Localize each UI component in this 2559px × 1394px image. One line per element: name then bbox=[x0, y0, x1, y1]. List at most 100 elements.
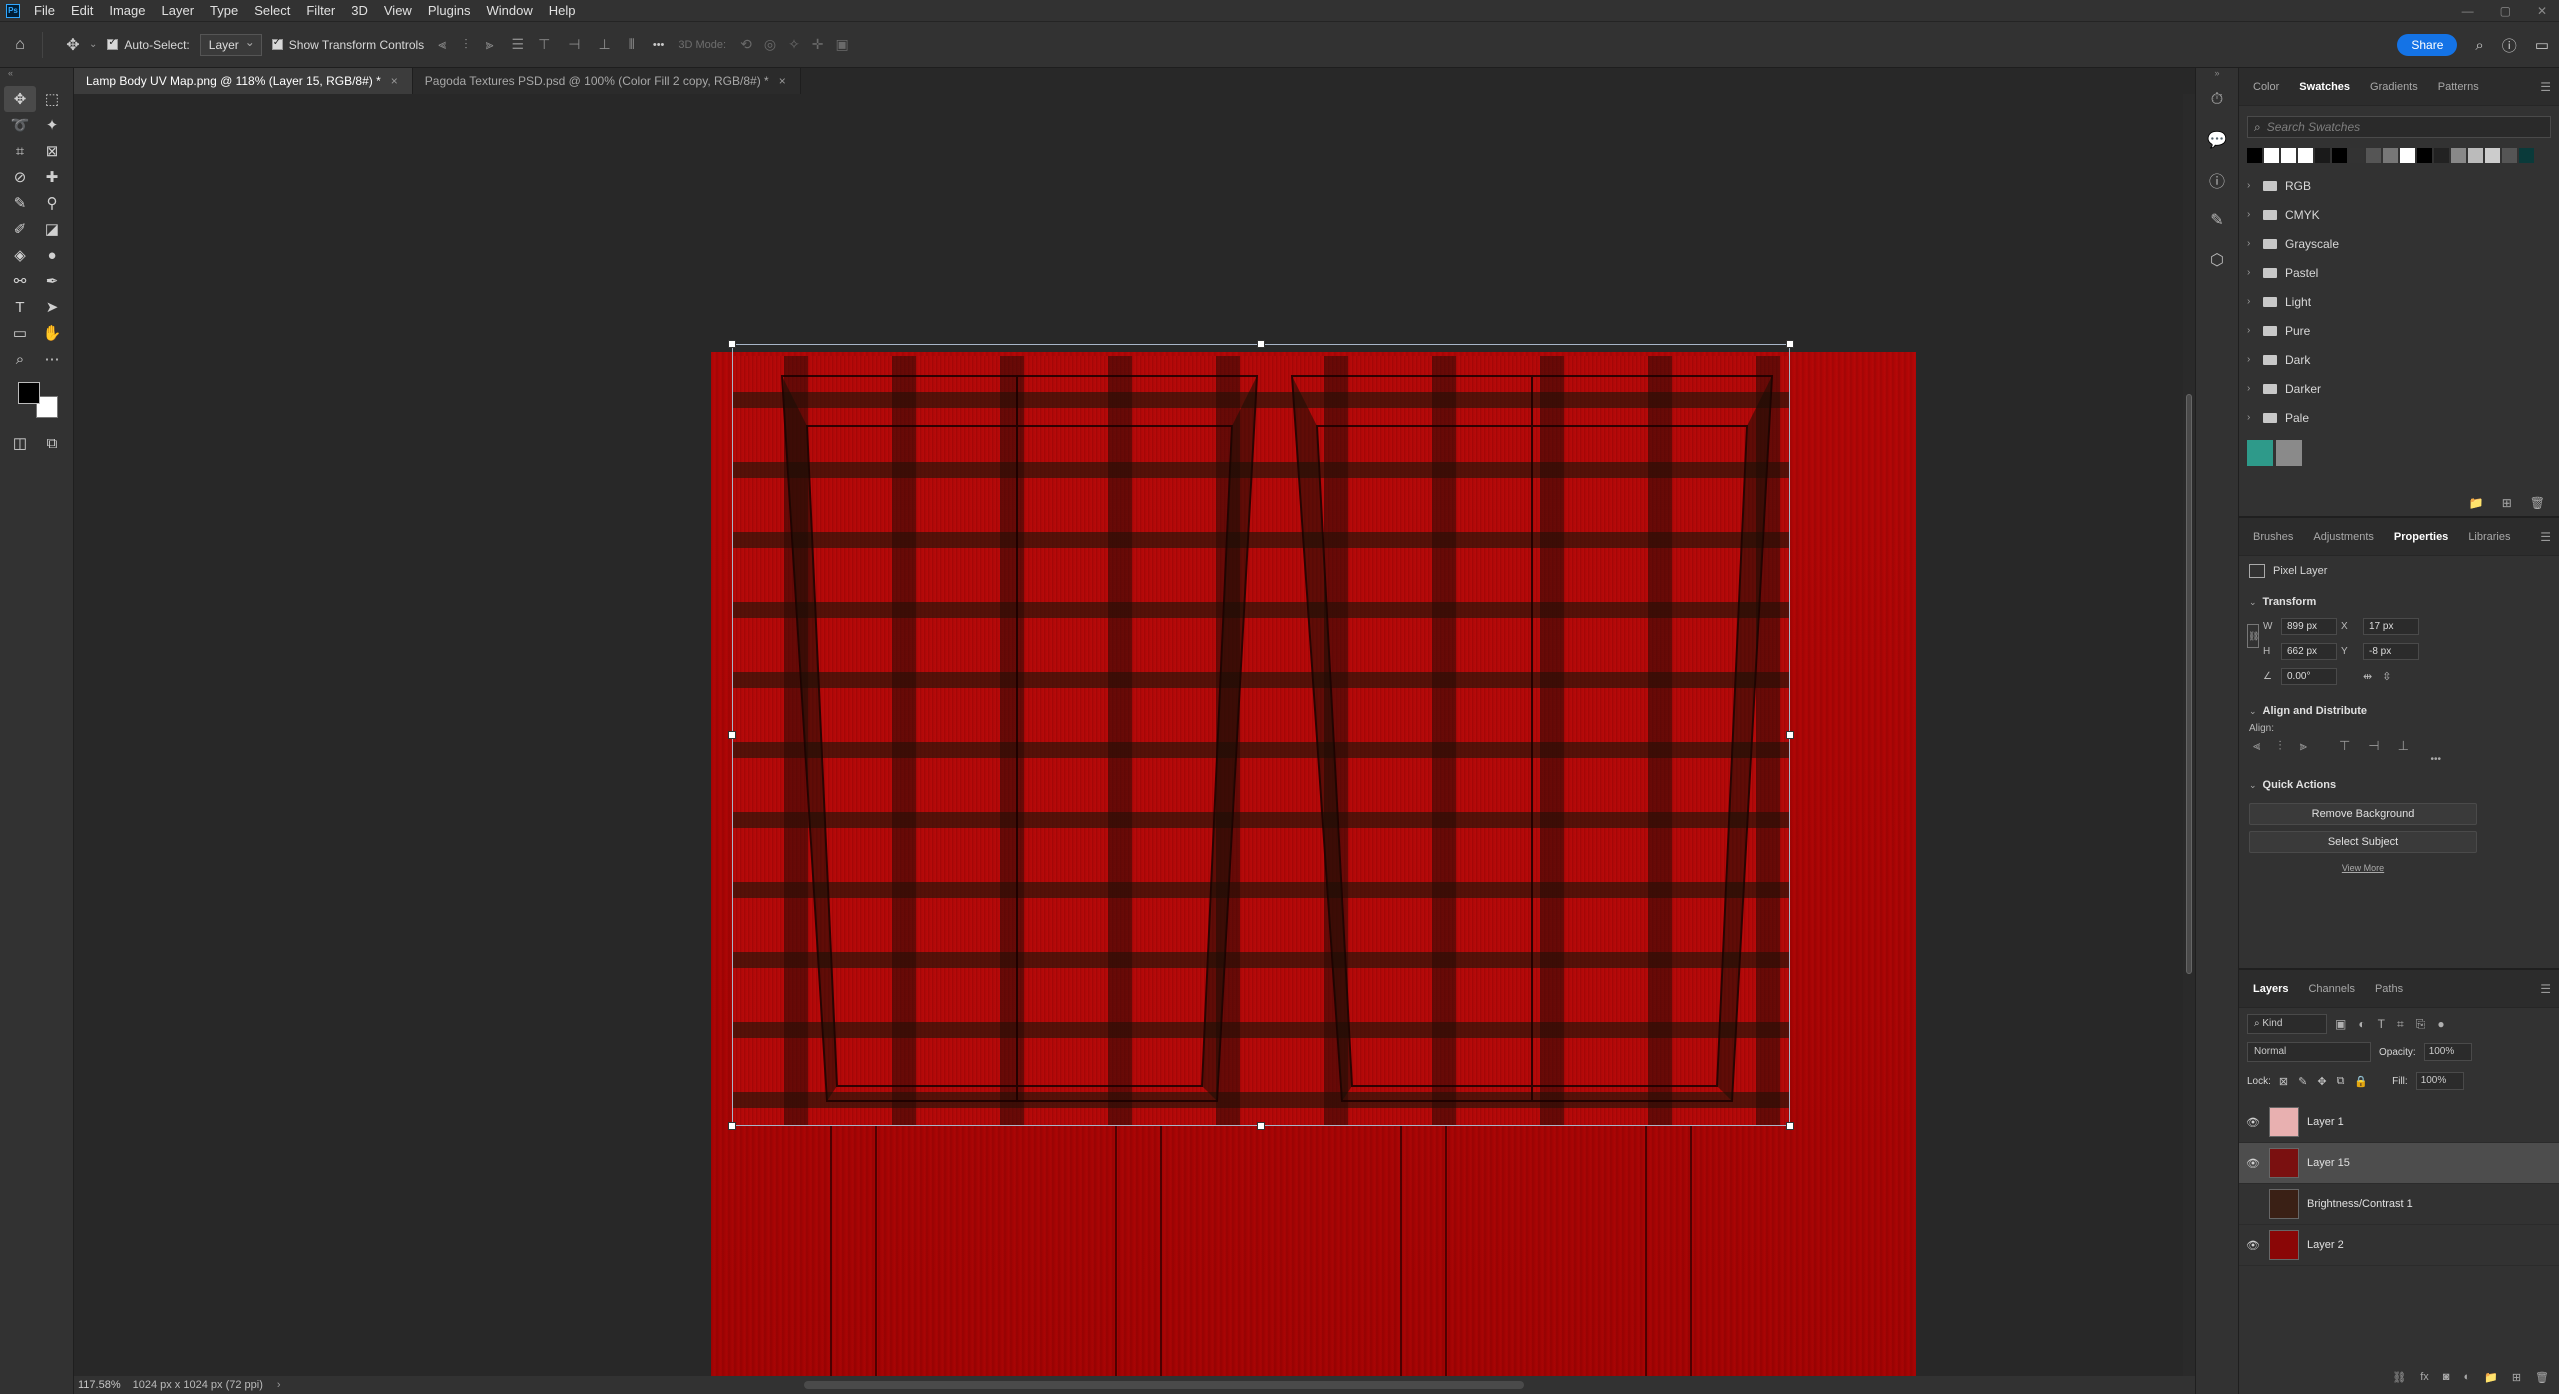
width-field[interactable]: 899 px bbox=[2281, 618, 2337, 635]
align-bottom-edges-icon[interactable]: ⊥ bbox=[598, 36, 610, 53]
type-tool-icon[interactable]: T bbox=[4, 294, 36, 320]
info-icon[interactable]: ⓘ bbox=[2196, 160, 2238, 200]
filter-shape-icon[interactable]: ⌗ bbox=[2397, 1017, 2404, 1032]
align-right-icon[interactable]: ⫸ bbox=[2300, 738, 2307, 754]
close-tab-icon[interactable]: × bbox=[779, 68, 786, 94]
tab-channels[interactable]: Channels bbox=[2298, 970, 2364, 1008]
blend-mode-dropdown[interactable]: Normal bbox=[2247, 1042, 2371, 1062]
frame-tool-icon[interactable]: ⊠ bbox=[36, 138, 68, 164]
swatch-group-cmyk[interactable]: › CMYK bbox=[2239, 200, 2559, 229]
angle-field[interactable]: 0.00° bbox=[2281, 668, 2337, 685]
menu-window[interactable]: Window bbox=[478, 0, 540, 22]
lock-image-icon[interactable]: ✎ bbox=[2298, 1075, 2307, 1088]
lasso-tool-icon[interactable]: ➰ bbox=[4, 112, 36, 138]
panel-menu-icon[interactable]: ☰ bbox=[2540, 982, 2551, 996]
show-transform-controls-checkbox[interactable]: Show Transform Controls bbox=[271, 37, 424, 52]
filter-adjustment-icon[interactable]: ◐ bbox=[2358, 1017, 2365, 1032]
roll-3d-icon[interactable]: ◎ bbox=[764, 36, 776, 53]
chevron-right-icon[interactable]: › bbox=[2247, 238, 2255, 249]
close-tab-icon[interactable]: × bbox=[391, 68, 398, 94]
align-top-icon[interactable]: ⊤ bbox=[2339, 738, 2350, 754]
layer-name[interactable]: Layer 1 bbox=[2307, 1116, 2344, 1128]
panel-menu-icon[interactable]: ☰ bbox=[2540, 530, 2551, 544]
rectangular-marquee-icon[interactable]: ⬚ bbox=[36, 86, 68, 112]
crop-tool-icon[interactable]: ⌗ bbox=[4, 138, 36, 164]
y-field[interactable]: -8 px bbox=[2363, 643, 2419, 660]
zoom-level[interactable]: 117.58% bbox=[74, 1379, 133, 1391]
chevron-right-icon[interactable]: › bbox=[2247, 180, 2255, 191]
paint-bucket-icon[interactable]: ◈ bbox=[4, 242, 36, 268]
collapse-dock-icon[interactable]: » bbox=[2196, 68, 2238, 80]
collapse-toolbar-icon[interactable]: « bbox=[0, 68, 73, 86]
lock-all-icon[interactable]: 🔒 bbox=[2354, 1075, 2368, 1088]
layer-row[interactable]: Brightness/Contrast 1 bbox=[2239, 1184, 2559, 1225]
layer-15-content[interactable] bbox=[732, 356, 1790, 1126]
swatch-group-light[interactable]: › Light bbox=[2239, 287, 2559, 316]
status-info-arrow[interactable]: › bbox=[277, 1379, 281, 1391]
opacity-field[interactable]: 100% bbox=[2423, 1043, 2472, 1061]
magic-wand-icon[interactable]: ✦ bbox=[36, 112, 68, 138]
layer-name[interactable]: Brightness/Contrast 1 bbox=[2307, 1198, 2413, 1210]
more-options-button[interactable]: ••• bbox=[653, 39, 665, 51]
chevron-right-icon[interactable]: › bbox=[2247, 412, 2255, 423]
swatch[interactable] bbox=[2468, 148, 2483, 163]
path-selection-icon[interactable]: ➤ bbox=[36, 294, 68, 320]
minimize-button[interactable]: — bbox=[2462, 0, 2474, 22]
swatch[interactable] bbox=[2383, 148, 2398, 163]
maximize-button[interactable]: ▢ bbox=[2500, 0, 2511, 22]
transform-handle-top[interactable] bbox=[1257, 340, 1265, 348]
horizontal-scrollbar[interactable] bbox=[804, 1381, 1524, 1389]
tab-lamp-body-uv-map[interactable]: Lamp Body UV Map.png @ 118% (Layer 15, R… bbox=[74, 68, 413, 94]
history-icon[interactable]: ⏱ bbox=[2196, 80, 2238, 120]
tab-properties[interactable]: Properties bbox=[2384, 518, 2458, 556]
menu-type[interactable]: Type bbox=[202, 0, 246, 22]
video-camera-icon[interactable]: ▣ bbox=[836, 36, 849, 53]
workspace-icon[interactable]: ▭ bbox=[2535, 36, 2549, 54]
healing-brush-icon[interactable]: ✚ bbox=[36, 164, 68, 190]
x-field[interactable]: 17 px bbox=[2363, 618, 2419, 635]
chevron-right-icon[interactable]: › bbox=[2247, 383, 2255, 394]
auto-select-checkbox[interactable]: Auto-Select: bbox=[107, 37, 190, 52]
swatch[interactable] bbox=[2315, 148, 2330, 163]
swatch-group-pastel[interactable]: › Pastel bbox=[2239, 258, 2559, 287]
align-middle-icon[interactable]: ⊣ bbox=[2368, 738, 2379, 754]
foreground-color-swatch[interactable] bbox=[18, 382, 40, 404]
blur-tool-icon[interactable]: ● bbox=[36, 242, 68, 268]
menu-edit[interactable]: Edit bbox=[63, 0, 101, 22]
layer-row[interactable]: 👁 Layer 1 bbox=[2239, 1102, 2559, 1143]
scroll-thumb[interactable] bbox=[2186, 394, 2192, 974]
layer-name[interactable]: Layer 2 bbox=[2307, 1239, 2344, 1251]
swatch[interactable] bbox=[2400, 148, 2415, 163]
chevron-right-icon[interactable]: › bbox=[2247, 209, 2255, 220]
swatch[interactable] bbox=[2485, 148, 2500, 163]
chevron-down-icon[interactable]: ⌄ bbox=[2249, 780, 2257, 791]
quick-mask-icon[interactable]: ◫ bbox=[4, 430, 36, 456]
layer-name[interactable]: Layer 15 bbox=[2307, 1157, 2350, 1169]
tab-swatches[interactable]: Swatches bbox=[2289, 68, 2360, 106]
delete-layer-icon[interactable]: 🗑 bbox=[2535, 1371, 2549, 1384]
menu-3d[interactable]: 3D bbox=[343, 0, 376, 22]
align-more-button[interactable]: ••• bbox=[2239, 754, 2559, 765]
history-brush-icon[interactable]: ✐ bbox=[4, 216, 36, 242]
lock-position-icon[interactable]: ✥ bbox=[2317, 1075, 2326, 1088]
link-layers-icon[interactable]: ⛓ bbox=[2392, 1371, 2406, 1384]
brush-settings-icon[interactable]: ✎ bbox=[2196, 200, 2238, 240]
hand-tool-icon[interactable]: ✋ bbox=[36, 320, 68, 346]
tab-adjustments[interactable]: Adjustments bbox=[2303, 518, 2384, 556]
distribute-vertical-icon[interactable]: ☰ bbox=[512, 36, 525, 53]
adjustment-layer-icon[interactable]: ◐ bbox=[2463, 1371, 2470, 1383]
eraser-tool-icon[interactable]: ◪ bbox=[36, 216, 68, 242]
swatch-group-pale[interactable]: › Pale bbox=[2239, 403, 2559, 432]
screen-mode-icon[interactable]: ⧉ bbox=[36, 430, 68, 456]
menu-filter[interactable]: Filter bbox=[298, 0, 343, 22]
filter-smart-object-icon[interactable]: ⎘ bbox=[2416, 1017, 2426, 1032]
swatch-group-darker[interactable]: › Darker bbox=[2239, 374, 2559, 403]
swatch-group-rgb[interactable]: › RGB bbox=[2239, 171, 2559, 200]
new-swatch-icon[interactable]: ⊞ bbox=[2502, 496, 2512, 510]
swatch[interactable] bbox=[2298, 148, 2313, 163]
distribute-horizontal-icon[interactable]: ⦀ bbox=[629, 36, 635, 53]
edit-toolbar-icon[interactable]: ⋯ bbox=[36, 346, 68, 372]
menu-help[interactable]: Help bbox=[541, 0, 584, 22]
tab-pagoda-textures[interactable]: Pagoda Textures PSD.psd @ 100% (Color Fi… bbox=[412, 68, 801, 94]
menu-file[interactable]: File bbox=[26, 0, 63, 22]
